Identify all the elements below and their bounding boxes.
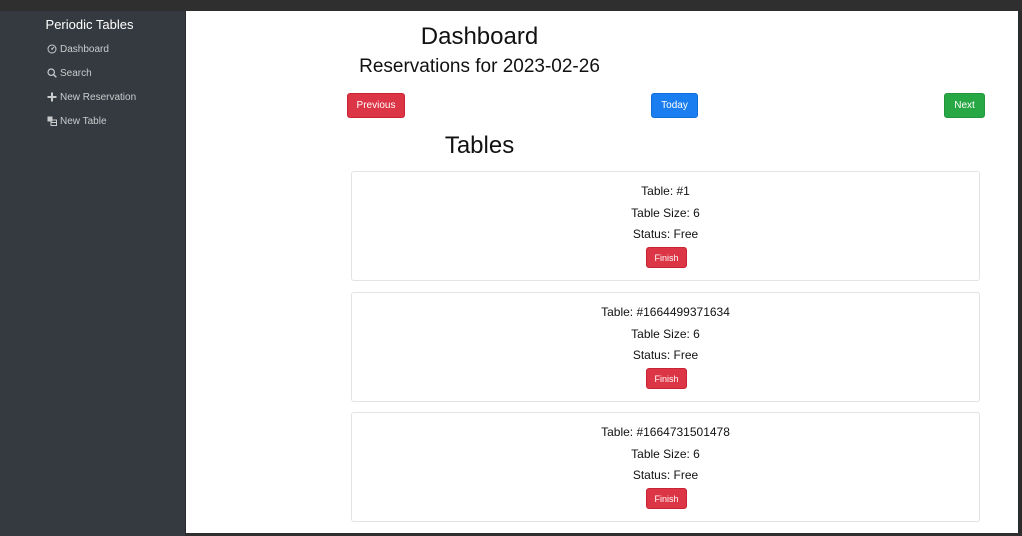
sidebar-item-label: New Reservation [60,91,137,103]
tables-heading: Tables [444,132,515,159]
today-button[interactable]: Today [651,93,698,118]
table-size: Table Size: 6 [631,447,700,461]
table-status: Status: Free [632,468,699,482]
table-id: Table: #1664731501478 [601,425,730,439]
table-id: Table: #1664499371634 [601,305,730,319]
page-title: Dashboard [420,23,539,50]
page-subtitle: Reservations for 2023-02-26 [359,56,600,77]
window-top-bar [0,0,1022,11]
table-size: Table Size: 6 [631,206,700,220]
next-button[interactable]: Next [944,93,985,118]
plus-icon [47,92,57,102]
finish-button[interactable]: Finish [646,488,687,509]
window-right-edge [1018,11,1022,536]
table-size: Table Size: 6 [631,327,700,341]
sidebar: Periodic Tables Dashboard Search New Res… [0,11,185,536]
main-content: Dashboard Reservations for 2023-02-26 Pr… [186,11,1018,533]
finish-button[interactable]: Finish [646,247,687,268]
table-card: Table: #1 Table Size: 6 Status: Free Fin… [351,171,980,281]
sidebar-item-new-table[interactable]: New Table [47,113,107,129]
table-card: Table: #1664499371634 Table Size: 6 Stat… [351,292,980,402]
previous-button[interactable]: Previous [347,93,405,118]
table-id: Table: #1 [641,184,690,198]
table-card: Table: #1664731501478 Table Size: 6 Stat… [351,412,980,522]
table-status: Status: Free [632,348,699,362]
sidebar-item-new-reservation[interactable]: New Reservation [47,89,136,105]
table-status: Status: Free [632,227,699,241]
finish-button[interactable]: Finish [646,368,687,389]
sidebar-item-label: New Table [60,115,107,127]
table-icon [47,116,57,126]
